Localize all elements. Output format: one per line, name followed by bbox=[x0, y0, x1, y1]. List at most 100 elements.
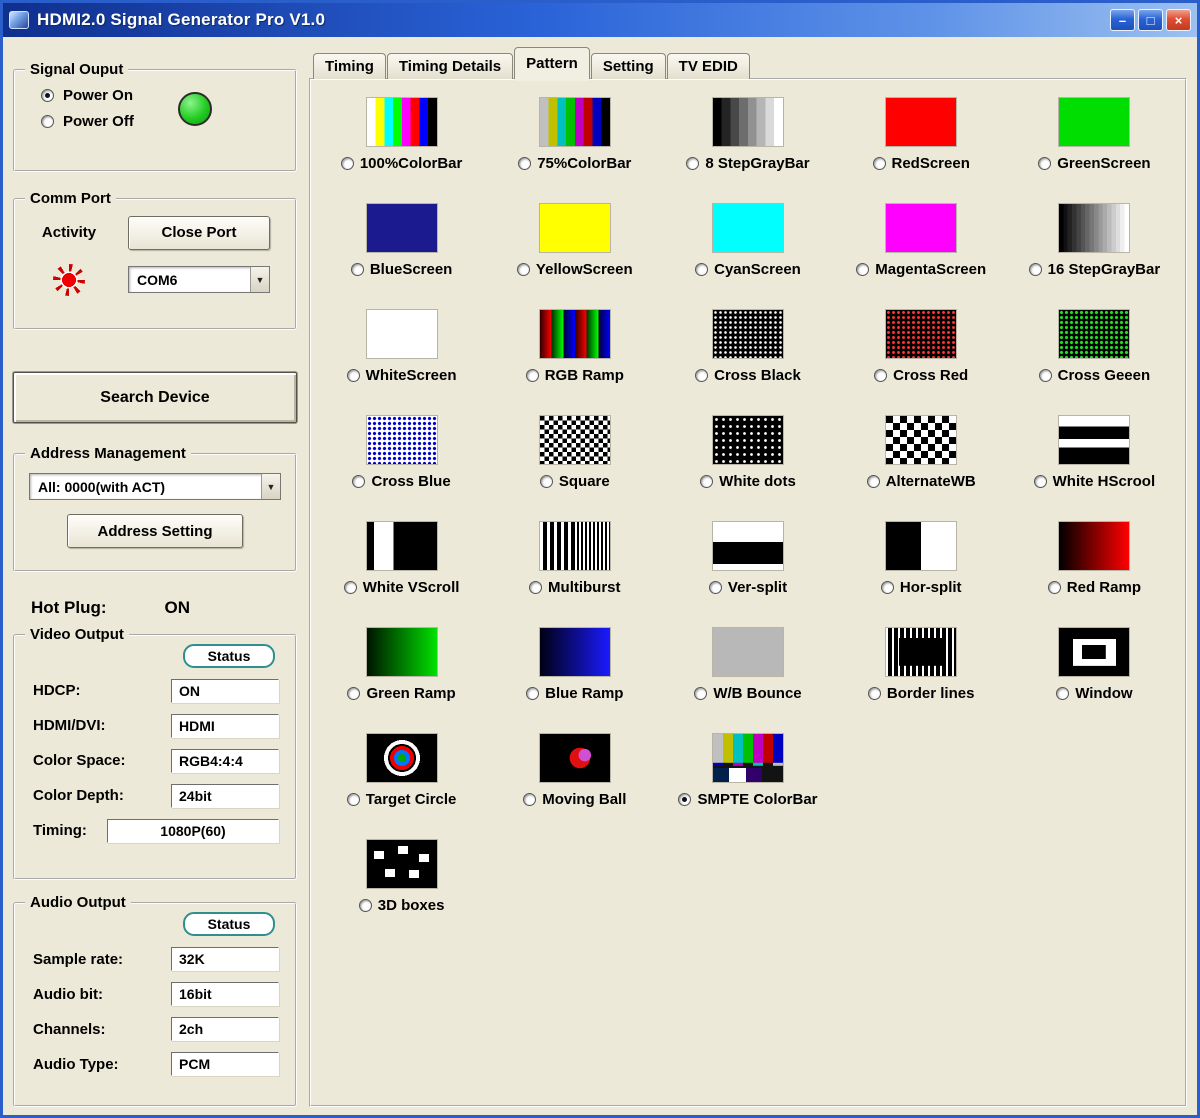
video-status-button[interactable]: Status bbox=[183, 643, 275, 668]
pattern-option: Cross Red bbox=[874, 367, 968, 384]
pattern-item-alternatewb[interactable]: AlternateWB bbox=[835, 416, 1008, 490]
chevron-down-icon[interactable]: ▼ bbox=[250, 267, 269, 293]
pattern-radio-whitedots[interactable] bbox=[700, 475, 714, 488]
pattern-item-boxes3d[interactable]: 3D boxes bbox=[315, 840, 488, 914]
pattern-radio-colorbar75[interactable] bbox=[518, 157, 532, 170]
pattern-radio-multiburst[interactable] bbox=[529, 581, 543, 594]
pattern-radio-red[interactable] bbox=[872, 157, 886, 170]
power-on-radio[interactable] bbox=[41, 89, 54, 102]
pattern-radio-wbbounce[interactable] bbox=[694, 687, 708, 700]
pattern-radio-boxes3d[interactable] bbox=[358, 899, 372, 912]
power-on-option[interactable]: Power On bbox=[41, 87, 134, 104]
pattern-item-window[interactable]: Window bbox=[1008, 628, 1181, 702]
pattern-radio-magenta[interactable] bbox=[856, 263, 870, 276]
pattern-item-redramp[interactable]: Red Ramp bbox=[1008, 522, 1181, 596]
power-off-option[interactable]: Power Off bbox=[41, 113, 134, 130]
pattern-item-gray16[interactable]: 16 StepGrayBar bbox=[1008, 204, 1181, 278]
pattern-radio-horsplit[interactable] bbox=[880, 581, 894, 594]
pattern-radio-alternatewb[interactable] bbox=[866, 475, 880, 488]
title-bar[interactable]: HDMI2.0 Signal Generator Pro V1.0 – □ × bbox=[3, 3, 1197, 37]
power-off-radio[interactable] bbox=[41, 115, 54, 128]
pattern-radio-greenramp[interactable] bbox=[347, 687, 361, 700]
pattern-radio-smpte[interactable] bbox=[678, 793, 692, 806]
pattern-radio-white[interactable] bbox=[346, 369, 360, 382]
tab-tv-edid[interactable]: TV EDID bbox=[666, 53, 750, 79]
pattern-item-square[interactable]: Square bbox=[488, 416, 661, 490]
pattern-radio-rgbramp[interactable] bbox=[525, 369, 539, 382]
pattern-item-blue[interactable]: BlueScreen bbox=[315, 204, 488, 278]
pattern-radio-crossred[interactable] bbox=[874, 369, 888, 382]
pattern-item-horsplit[interactable]: Hor-split bbox=[835, 522, 1008, 596]
pattern-item-greenramp[interactable]: Green Ramp bbox=[315, 628, 488, 702]
pattern-item-whitehscroll[interactable]: White HScrool bbox=[1008, 416, 1181, 490]
audio-status-button[interactable]: Status bbox=[183, 912, 275, 937]
left-panel: Signal Ouput Power On Power Off Comm Por… bbox=[13, 47, 297, 1107]
search-device-button[interactable]: Search Device bbox=[13, 371, 297, 424]
colorbar75-thumbnail bbox=[539, 98, 610, 146]
pattern-radio-green[interactable] bbox=[1038, 157, 1052, 170]
pattern-item-gray8[interactable]: 8 StepGrayBar bbox=[661, 98, 834, 172]
pattern-item-white[interactable]: WhiteScreen bbox=[315, 310, 488, 384]
close-icon[interactable]: × bbox=[1166, 9, 1191, 31]
pattern-radio-colorbar100[interactable] bbox=[340, 157, 354, 170]
power-off-label: Power Off bbox=[63, 113, 134, 130]
pattern-radio-yellow[interactable] bbox=[516, 263, 530, 276]
pattern-item-yellow[interactable]: YellowScreen bbox=[488, 204, 661, 278]
pattern-item-wbbounce[interactable]: W/B Bounce bbox=[661, 628, 834, 702]
pattern-item-red[interactable]: RedScreen bbox=[835, 98, 1008, 172]
pattern-item-whitedots[interactable]: White dots bbox=[661, 416, 834, 490]
address-management-group: Address Management All: 0000(with ACT) ▼… bbox=[13, 445, 297, 572]
tab-setting[interactable]: Setting bbox=[590, 53, 666, 79]
pattern-radio-crossgreen[interactable] bbox=[1038, 369, 1052, 382]
pattern-item-crossblack[interactable]: Cross Black bbox=[661, 310, 834, 384]
tab-timing[interactable]: Timing bbox=[313, 53, 386, 79]
pattern-radio-targetcircle[interactable] bbox=[346, 793, 360, 806]
pattern-radio-versplit[interactable] bbox=[708, 581, 722, 594]
maximize-icon[interactable]: □ bbox=[1138, 9, 1163, 31]
pattern-item-whitevscroll[interactable]: White VScroll bbox=[315, 522, 488, 596]
video-output-title: Video Output bbox=[25, 625, 129, 643]
pattern-item-colorbar75[interactable]: 75%ColorBar bbox=[488, 98, 661, 172]
pattern-radio-blueramp[interactable] bbox=[526, 687, 540, 700]
pattern-item-multiburst[interactable]: Multiburst bbox=[488, 522, 661, 596]
pattern-item-crossred[interactable]: Cross Red bbox=[835, 310, 1008, 384]
pattern-radio-movingball[interactable] bbox=[523, 793, 537, 806]
pattern-item-movingball[interactable]: Moving Ball bbox=[488, 734, 661, 808]
square-thumbnail bbox=[539, 416, 610, 464]
pattern-radio-redramp[interactable] bbox=[1047, 581, 1061, 594]
com-port-select[interactable]: COM6 ▼ bbox=[128, 266, 270, 294]
pattern-radio-blue[interactable] bbox=[350, 263, 364, 276]
address-select[interactable]: All: 0000(with ACT) ▼ bbox=[29, 473, 281, 501]
pattern-item-targetcircle[interactable]: Target Circle bbox=[315, 734, 488, 808]
pattern-radio-crossblack[interactable] bbox=[695, 369, 709, 382]
pattern-item-versplit[interactable]: Ver-split bbox=[661, 522, 834, 596]
pattern-option: BlueScreen bbox=[350, 261, 452, 278]
pattern-item-borderlines[interactable]: Border lines bbox=[835, 628, 1008, 702]
pattern-item-crossblue[interactable]: Cross Blue bbox=[315, 416, 488, 490]
pattern-item-cyan[interactable]: CyanScreen bbox=[661, 204, 834, 278]
pattern-radio-borderlines[interactable] bbox=[867, 687, 881, 700]
pattern-item-colorbar100[interactable]: 100%ColorBar bbox=[315, 98, 488, 172]
app-window: HDMI2.0 Signal Generator Pro V1.0 – □ × … bbox=[0, 0, 1200, 1118]
sample-rate-value: 32K bbox=[171, 947, 279, 972]
pattern-radio-cyan[interactable] bbox=[695, 263, 709, 276]
chevron-down-icon[interactable]: ▼ bbox=[261, 474, 280, 500]
pattern-radio-gray16[interactable] bbox=[1028, 263, 1042, 276]
tab-pattern[interactable]: Pattern bbox=[514, 47, 590, 79]
tab-timing-details[interactable]: Timing Details bbox=[386, 53, 514, 79]
pattern-radio-whitehscroll[interactable] bbox=[1033, 475, 1047, 488]
pattern-radio-window[interactable] bbox=[1056, 687, 1070, 700]
pattern-item-rgbramp[interactable]: RGB Ramp bbox=[488, 310, 661, 384]
close-port-button[interactable]: Close Port bbox=[128, 215, 270, 250]
address-setting-button[interactable]: Address Setting bbox=[67, 514, 243, 549]
pattern-item-blueramp[interactable]: Blue Ramp bbox=[488, 628, 661, 702]
pattern-item-green[interactable]: GreenScreen bbox=[1008, 98, 1181, 172]
pattern-item-smpte[interactable]: SMPTE ColorBar bbox=[661, 734, 834, 808]
pattern-item-magenta[interactable]: MagentaScreen bbox=[835, 204, 1008, 278]
pattern-radio-square[interactable] bbox=[539, 475, 553, 488]
minimize-icon[interactable]: – bbox=[1110, 9, 1135, 31]
pattern-radio-whitevscroll[interactable] bbox=[343, 581, 357, 594]
pattern-item-crossgreen[interactable]: Cross Geeen bbox=[1008, 310, 1181, 384]
pattern-radio-crossblue[interactable] bbox=[352, 475, 366, 488]
pattern-radio-gray8[interactable] bbox=[686, 157, 700, 170]
